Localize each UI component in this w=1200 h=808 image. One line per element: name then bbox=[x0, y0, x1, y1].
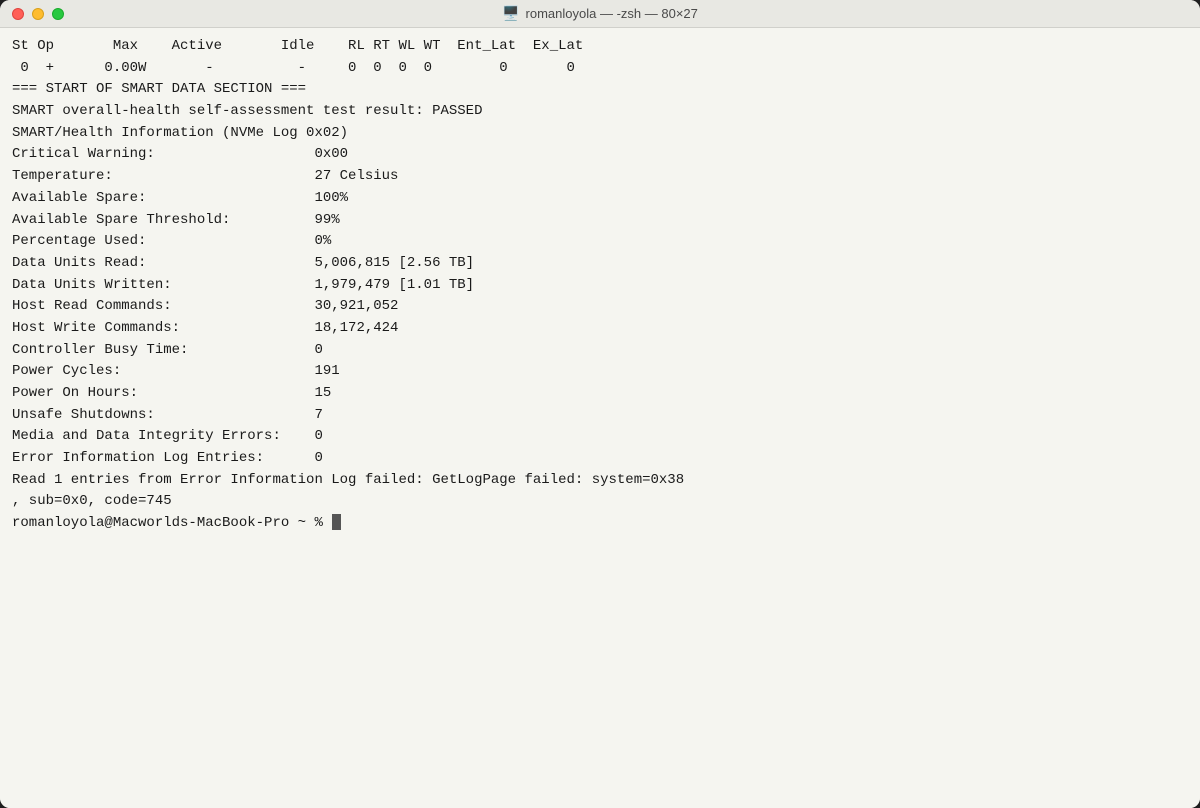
maximize-button[interactable] bbox=[52, 8, 64, 20]
minimize-button[interactable] bbox=[32, 8, 44, 20]
traffic-lights bbox=[12, 8, 64, 20]
terminal-line: Percentage Used: 0% bbox=[12, 231, 1188, 253]
terminal-line: Power Cycles: 191 bbox=[12, 361, 1188, 383]
terminal-line: Controller Busy Time: 0 bbox=[12, 340, 1188, 362]
terminal-line: Data Units Written: 1,979,479 [1.01 TB] bbox=[12, 275, 1188, 297]
terminal-cursor bbox=[332, 514, 341, 530]
terminal-line: Critical Warning: 0x00 bbox=[12, 144, 1188, 166]
titlebar: 🖥️ romanloyola — -zsh — 80×27 bbox=[0, 0, 1200, 28]
terminal-line: Host Write Commands: 18,172,424 bbox=[12, 318, 1188, 340]
terminal-line: Host Read Commands: 30,921,052 bbox=[12, 296, 1188, 318]
terminal-line: Available Spare Threshold: 99% bbox=[12, 210, 1188, 232]
terminal-line: 0 + 0.00W - - 0 0 0 0 0 0 bbox=[12, 58, 1188, 80]
terminal-line: === START OF SMART DATA SECTION === bbox=[12, 79, 1188, 101]
terminal-line: Power On Hours: 15 bbox=[12, 383, 1188, 405]
terminal-window: 🖥️ romanloyola — -zsh — 80×27 St Op Max … bbox=[0, 0, 1200, 808]
terminal-line: Media and Data Integrity Errors: 0 bbox=[12, 426, 1188, 448]
terminal-content[interactable]: St Op Max Active Idle RL RT WL WT Ent_La… bbox=[0, 28, 1200, 808]
terminal-line: romanloyola@Macworlds-MacBook-Pro ~ % bbox=[12, 513, 1188, 535]
terminal-line: Read 1 entries from Error Information Lo… bbox=[12, 470, 1188, 492]
terminal-line: Unsafe Shutdowns: 7 bbox=[12, 405, 1188, 427]
title-label: romanloyola — -zsh — 80×27 bbox=[526, 6, 698, 21]
terminal-line: Temperature: 27 Celsius bbox=[12, 166, 1188, 188]
terminal-line: St Op Max Active Idle RL RT WL WT Ent_La… bbox=[12, 36, 1188, 58]
terminal-line: Available Spare: 100% bbox=[12, 188, 1188, 210]
terminal-line: SMART/Health Information (NVMe Log 0x02) bbox=[12, 123, 1188, 145]
terminal-line: SMART overall-health self-assessment tes… bbox=[12, 101, 1188, 123]
terminal-line: , sub=0x0, code=745 bbox=[12, 491, 1188, 513]
terminal-icon: 🖥️ bbox=[502, 5, 519, 22]
close-button[interactable] bbox=[12, 8, 24, 20]
terminal-line: Error Information Log Entries: 0 bbox=[12, 448, 1188, 470]
window-title: 🖥️ romanloyola — -zsh — 80×27 bbox=[502, 5, 698, 22]
terminal-line: Data Units Read: 5,006,815 [2.56 TB] bbox=[12, 253, 1188, 275]
